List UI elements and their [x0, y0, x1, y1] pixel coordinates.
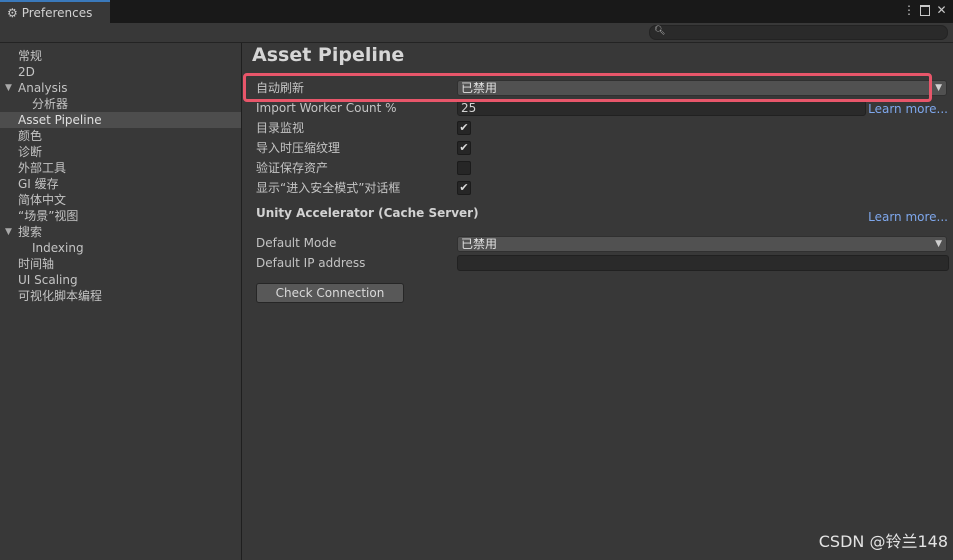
accelerator-learn-more-link[interactable]: Learn more... [868, 210, 948, 224]
gear-icon: ⚙ [7, 5, 18, 20]
auto-refresh-dropdown[interactable]: 已禁用 ▼ [457, 80, 947, 96]
sidebar-item-label: 外部工具 [18, 161, 67, 175]
sidebar-item-diagnostics[interactable]: 诊断 [0, 144, 241, 160]
watermark: CSDN @铃兰148 [818, 532, 948, 551]
sidebar-item-label: 2D [18, 65, 35, 79]
maximize-icon[interactable] [920, 5, 930, 16]
default-mode-value: 已禁用 [461, 237, 498, 251]
toolbar: 🔍︎ [0, 23, 953, 43]
check-icon: ✔ [459, 181, 469, 194]
auto-refresh-value: 已禁用 [461, 81, 498, 95]
chevron-down-icon: ▼ [935, 239, 942, 249]
sidebar-item-label: 常规 [18, 49, 43, 63]
tab-title: Preferences [21, 5, 93, 20]
check-icon: ✔ [459, 141, 469, 154]
sidebar-item-external-tools[interactable]: 外部工具 [0, 160, 241, 176]
sidebar-item-visual-scripting[interactable]: 可视化脚本编程 [0, 288, 241, 304]
check-connection-button[interactable]: Check Connection [256, 283, 404, 303]
chevron-down-icon: ▼ [935, 83, 942, 93]
search-icon: 🔍︎ [654, 26, 666, 36]
sidebar-item-label: 时间轴 [18, 257, 55, 271]
expand-arrow-icon[interactable]: ▼ [5, 224, 12, 240]
sidebar-item-label: “场景”视图 [18, 209, 79, 223]
compress-textures-checkbox[interactable]: ✔ [457, 141, 471, 155]
sidebar-item-label: 颜色 [18, 129, 43, 143]
section-header-accelerator: Unity Accelerator (Cache Server) [256, 206, 479, 220]
sidebar-item-2d[interactable]: 2D [0, 64, 241, 80]
close-icon[interactable]: ✕ [936, 3, 947, 17]
sidebar-item-label: Asset Pipeline [18, 113, 102, 127]
sidebar-item-label: GI 缓存 [18, 177, 59, 191]
window-controls: ⋮ ✕ [903, 3, 947, 17]
sidebar-item-label: 可视化脚本编程 [18, 289, 103, 303]
import-worker-label: Import Worker Count % [256, 101, 397, 115]
sidebar-item-label: 搜索 [18, 225, 43, 239]
import-worker-field[interactable]: 25 [457, 100, 866, 116]
safe-mode-dialog-label: 显示“进入安全模式”对话框 [256, 181, 401, 195]
verify-saving-checkbox[interactable] [457, 161, 471, 175]
sidebar-item-language[interactable]: 简体中文 [0, 192, 241, 208]
search-input[interactable]: 🔍︎ [649, 25, 948, 40]
verify-saving-label: 验证保存资产 [256, 161, 329, 175]
sidebar-item-label: Analysis [18, 81, 68, 95]
sidebar-item-indexing[interactable]: Indexing [0, 240, 241, 256]
default-mode-label: Default Mode [256, 236, 337, 250]
sidebar-item-colors[interactable]: 颜色 [0, 128, 241, 144]
sidebar-item-label: 分析器 [32, 97, 69, 111]
sidebar-item-timeline[interactable]: 时间轴 [0, 256, 241, 272]
sidebar-item-label: UI Scaling [18, 273, 78, 287]
sidebar-item-general[interactable]: 常规 [0, 48, 241, 64]
sidebar-item-search[interactable]: ▼ 搜索 [0, 224, 241, 240]
settings-panel: Asset Pipeline 自动刷新 已禁用 ▼ Import Worker … [242, 43, 953, 560]
compress-textures-label: 导入时压缩纹理 [256, 141, 341, 155]
sidebar-item-gi-cache[interactable]: GI 缓存 [0, 176, 241, 192]
sidebar-item-analysis[interactable]: ▼ Analysis [0, 80, 241, 96]
page-title: Asset Pipeline [252, 44, 405, 66]
sidebar-item-scene-view[interactable]: “场景”视图 [0, 208, 241, 224]
sidebar-item-profiler[interactable]: 分析器 [0, 96, 241, 112]
sidebar-item-ui-scaling[interactable]: UI Scaling [0, 272, 241, 288]
auto-refresh-label: 自动刷新 [256, 81, 305, 95]
tab-preferences[interactable]: ⚙ Preferences [0, 0, 110, 23]
more-options-icon[interactable]: ⋮ [903, 3, 915, 17]
dir-monitor-label: 目录监视 [256, 121, 305, 135]
sidebar-item-label: Indexing [32, 241, 84, 255]
sidebar-item-label: 简体中文 [18, 193, 67, 207]
sidebar-item-asset-pipeline[interactable]: Asset Pipeline [0, 112, 241, 128]
learn-more-link[interactable]: Learn more... [868, 102, 948, 116]
sidebar-item-label: 诊断 [18, 145, 43, 159]
check-icon: ✔ [459, 121, 469, 134]
title-bar: ⚙ Preferences ⋮ ✕ [0, 0, 953, 23]
expand-arrow-icon[interactable]: ▼ [5, 80, 12, 96]
default-mode-dropdown[interactable]: 已禁用 ▼ [457, 236, 947, 252]
sidebar: 常规 2D ▼ Analysis 分析器 Asset Pipeline 颜色 诊… [0, 43, 242, 560]
default-ip-label: Default IP address [256, 256, 366, 270]
default-ip-field[interactable] [457, 255, 949, 271]
dir-monitor-checkbox[interactable]: ✔ [457, 121, 471, 135]
safe-mode-dialog-checkbox[interactable]: ✔ [457, 181, 471, 195]
